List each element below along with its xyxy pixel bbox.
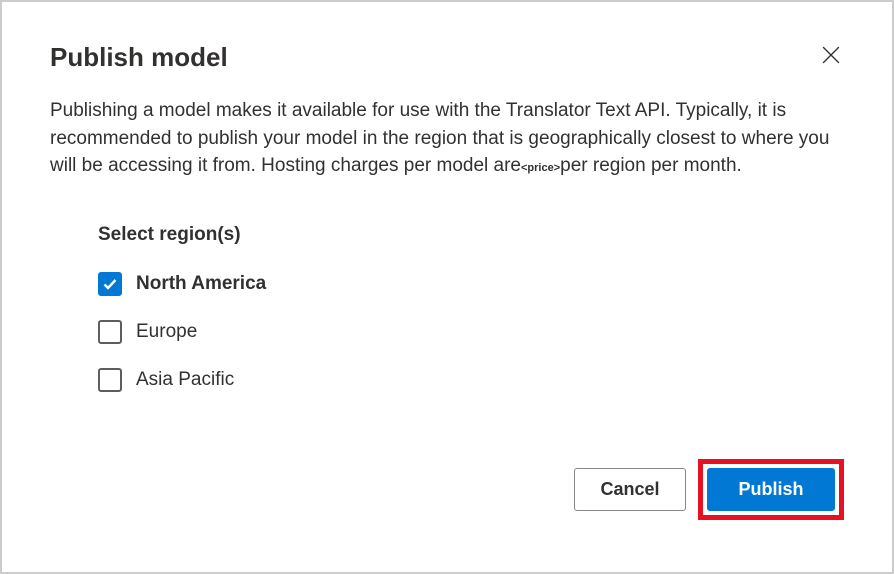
close-button[interactable] xyxy=(818,42,844,68)
region-label: Europe xyxy=(136,321,197,343)
cancel-button[interactable]: Cancel xyxy=(574,468,686,511)
region-option-north-america[interactable]: North America xyxy=(98,272,844,296)
close-icon xyxy=(822,46,840,64)
region-list: North America Europe Asia Pacific xyxy=(98,272,844,392)
region-label: North America xyxy=(136,273,266,295)
checkbox-checked[interactable] xyxy=(98,272,122,296)
publish-button[interactable]: Publish xyxy=(707,468,835,511)
dialog-description: Publishing a model makes it available fo… xyxy=(50,97,844,180)
publish-model-dialog: Publish model Publishing a model makes i… xyxy=(2,2,892,572)
dialog-title: Publish model xyxy=(50,42,228,73)
checkbox-unchecked[interactable] xyxy=(98,368,122,392)
region-label: Asia Pacific xyxy=(136,369,234,391)
region-section: Select region(s) North America Europe As… xyxy=(98,224,844,392)
region-option-asia-pacific[interactable]: Asia Pacific xyxy=(98,368,844,392)
region-option-europe[interactable]: Europe xyxy=(98,320,844,344)
dialog-footer: Cancel Publish xyxy=(574,459,844,520)
publish-highlight: Publish xyxy=(698,459,844,520)
checkmark-icon xyxy=(102,276,118,292)
checkbox-unchecked[interactable] xyxy=(98,320,122,344)
region-section-title: Select region(s) xyxy=(98,224,844,246)
price-placeholder: <price> xyxy=(521,162,560,174)
dialog-header: Publish model xyxy=(50,42,844,73)
